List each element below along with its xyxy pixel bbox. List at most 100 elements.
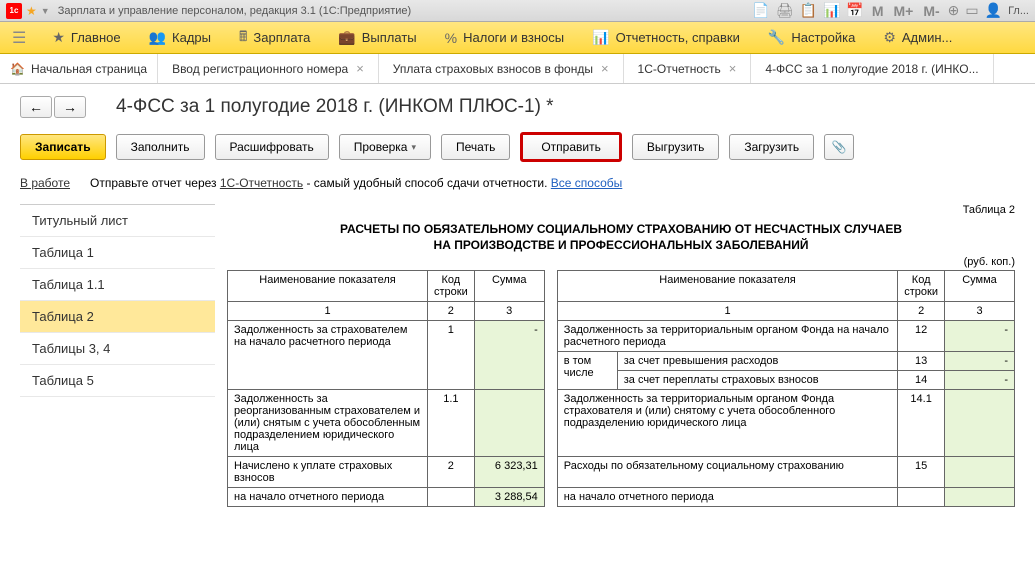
status-link[interactable]: В работе [20, 176, 70, 190]
send-button[interactable]: Отправить [520, 132, 622, 162]
sidebar-item-t11[interactable]: Таблица 1.1 [20, 269, 215, 301]
sidebar-item-t34[interactable]: Таблицы 3, 4 [20, 333, 215, 365]
wallet-icon: 💼 [338, 29, 355, 46]
menu-reports[interactable]: 📊Отчетность, справки [578, 22, 754, 53]
hamburger-icon[interactable]: ☰ [0, 28, 38, 48]
forward-button[interactable]: → [54, 96, 86, 118]
user-icon[interactable]: 👤 [985, 2, 1002, 19]
app-logo-icon: 1с [6, 3, 22, 19]
cell-code: 12 [898, 321, 945, 352]
import-button[interactable]: Загрузить [729, 134, 814, 160]
tool-icon[interactable]: ⊕ [948, 2, 960, 19]
th-sum: Сумма [474, 271, 544, 302]
cell-code: 2 [428, 457, 475, 488]
data-table: Наименование показателя Код строки Сумма… [227, 270, 1015, 507]
cell-name: Задолженность за реорганизованным страхо… [228, 390, 428, 457]
tool-icon[interactable]: 📄 [752, 2, 769, 19]
cell-sum[interactable] [945, 457, 1015, 488]
cell-sum[interactable] [945, 488, 1015, 507]
tool-icon[interactable]: ▭ [965, 2, 978, 19]
tabs-bar: 🏠Начальная страница Ввод регистрационног… [0, 54, 1035, 84]
unit-label: (руб. коп.) [227, 256, 1015, 268]
cell-name: на начало отчетного периода [557, 488, 898, 507]
sidebar-item-t2[interactable]: Таблица 2 [20, 301, 215, 333]
save-button[interactable]: Записать [20, 134, 106, 160]
tab-4fss[interactable]: 4-ФСС за 1 полугодие 2018 г. (ИНКО... [751, 54, 993, 83]
cell-code: 15 [898, 457, 945, 488]
table-area[interactable]: Таблица 2 РАСЧЕТЫ ПО ОБЯЗАТЕЛЬНОМУ СОЦИА… [227, 204, 1015, 507]
cell-name: в том числе [557, 352, 617, 390]
user-label: Гл... [1008, 5, 1029, 17]
attach-button[interactable]: 📎 [824, 134, 854, 160]
close-icon[interactable]: × [601, 61, 609, 76]
zoom-m-button[interactable]: M [870, 3, 886, 19]
cell-sum[interactable]: - [945, 371, 1015, 390]
tab-regnum[interactable]: Ввод регистрационного номера× [158, 54, 379, 83]
zoom-mplus-button[interactable]: M+ [891, 3, 915, 19]
cell-sum[interactable]: - [945, 321, 1015, 352]
menu-main[interactable]: ★Главное [38, 22, 134, 53]
cell-code: 14 [898, 371, 945, 390]
dropdown-icon[interactable]: ▼ [41, 6, 50, 16]
wrench-icon: 🔧 [768, 29, 785, 46]
cell-sum[interactable]: 6 323,31 [474, 457, 544, 488]
th-name: Наименование показателя [228, 271, 428, 302]
hint-text: Отправьте отчет через 1С-Отчетность - са… [90, 176, 622, 190]
tool-icon[interactable]: 📋 [800, 2, 817, 19]
back-button[interactable]: ← [20, 96, 52, 118]
main-menu: ☰ ★Главное 👥Кадры 🖩Зарплата 💼Выплаты %На… [0, 22, 1035, 54]
cell-code: 14.1 [898, 390, 945, 457]
tab-home[interactable]: 🏠Начальная страница [0, 54, 158, 83]
fill-button[interactable]: Заполнить [116, 134, 205, 160]
cell-sum[interactable]: - [945, 352, 1015, 371]
tool-icon[interactable]: 📊 [823, 2, 840, 19]
star-icon: ★ [52, 29, 65, 46]
close-icon[interactable]: × [356, 61, 364, 76]
zoom-mminus-button[interactable]: M- [921, 3, 941, 19]
page-title: 4-ФСС за 1 полугодие 2018 г. (ИНКОМ ПЛЮС… [116, 96, 554, 118]
cell-name: Расходы по обязательному социальному стр… [557, 457, 898, 488]
tool-icon[interactable]: 🖨 [776, 2, 794, 19]
favorite-icon[interactable]: ★ [26, 4, 37, 18]
export-button[interactable]: Выгрузить [632, 134, 720, 160]
table-title: РАСЧЕТЫ ПО ОБЯЗАТЕЛЬНОМУ СОЦИАЛЬНОМУ СТР… [227, 222, 1015, 236]
cell-sum[interactable]: 3 288,54 [474, 488, 544, 507]
sidebar-item-t5[interactable]: Таблица 5 [20, 365, 215, 397]
sidebar-item-t1[interactable]: Таблица 1 [20, 237, 215, 269]
sidebar-item-title[interactable]: Титульный лист [20, 205, 215, 237]
th-code: Код строки [898, 271, 945, 302]
titlebar: 1с ★ ▼ Зарплата и управление персоналом,… [0, 0, 1035, 22]
cell-sum[interactable] [474, 390, 544, 457]
all-methods-link[interactable]: Все способы [551, 176, 623, 190]
sidebar: Титульный лист Таблица 1 Таблица 1.1 Таб… [20, 204, 215, 507]
hint-link[interactable]: 1С-Отчетность [220, 176, 303, 190]
percent-icon: % [445, 30, 457, 46]
calendar-icon[interactable]: 📅 [846, 2, 863, 19]
cell-sum[interactable] [945, 390, 1015, 457]
menu-taxes[interactable]: %Налоги и взносы [431, 22, 579, 53]
window-title: Зарплата и управление персоналом, редакц… [58, 5, 411, 17]
cell-name: на начало отчетного периода [228, 488, 428, 507]
decode-button[interactable]: Расшифровать [215, 134, 329, 160]
workspace: Титульный лист Таблица 1 Таблица 1.1 Таб… [20, 204, 1015, 507]
menu-staff[interactable]: 👥Кадры [135, 22, 225, 53]
cell-code: 13 [898, 352, 945, 371]
th-sum: Сумма [945, 271, 1015, 302]
close-icon[interactable]: × [729, 61, 737, 76]
menu-admin[interactable]: ⚙Админ... [869, 22, 966, 53]
paperclip-icon: 📎 [832, 140, 847, 154]
tab-payments[interactable]: Уплата страховых взносов в фонды× [379, 54, 624, 83]
titlebar-tools: 📄 🖨 📋 📊 📅 M M+ M- ⊕ ▭ 👤 Гл... [752, 2, 1029, 19]
tab-1c-report[interactable]: 1С-Отчетность× [624, 54, 752, 83]
menu-salary[interactable]: 🖩Зарплата [225, 22, 324, 53]
calc-icon: 🖩 [239, 26, 247, 50]
print-button[interactable]: Печать [441, 134, 510, 160]
action-toolbar: Записать Заполнить Расшифровать Проверка… [20, 132, 1015, 162]
check-button[interactable]: Проверка▾ [339, 134, 431, 160]
table-subtitle: НА ПРОИЗВОДСТВЕ И ПРОФЕССИОНАЛЬНЫХ ЗАБОЛ… [227, 238, 1015, 252]
cell-sum[interactable]: - [474, 321, 544, 390]
cell-sub: за счет превышения расходов [617, 352, 898, 371]
menu-payments[interactable]: 💼Выплаты [324, 22, 430, 53]
menu-settings[interactable]: 🔧Настройка [754, 22, 869, 53]
chevron-down-icon: ▾ [411, 142, 416, 153]
